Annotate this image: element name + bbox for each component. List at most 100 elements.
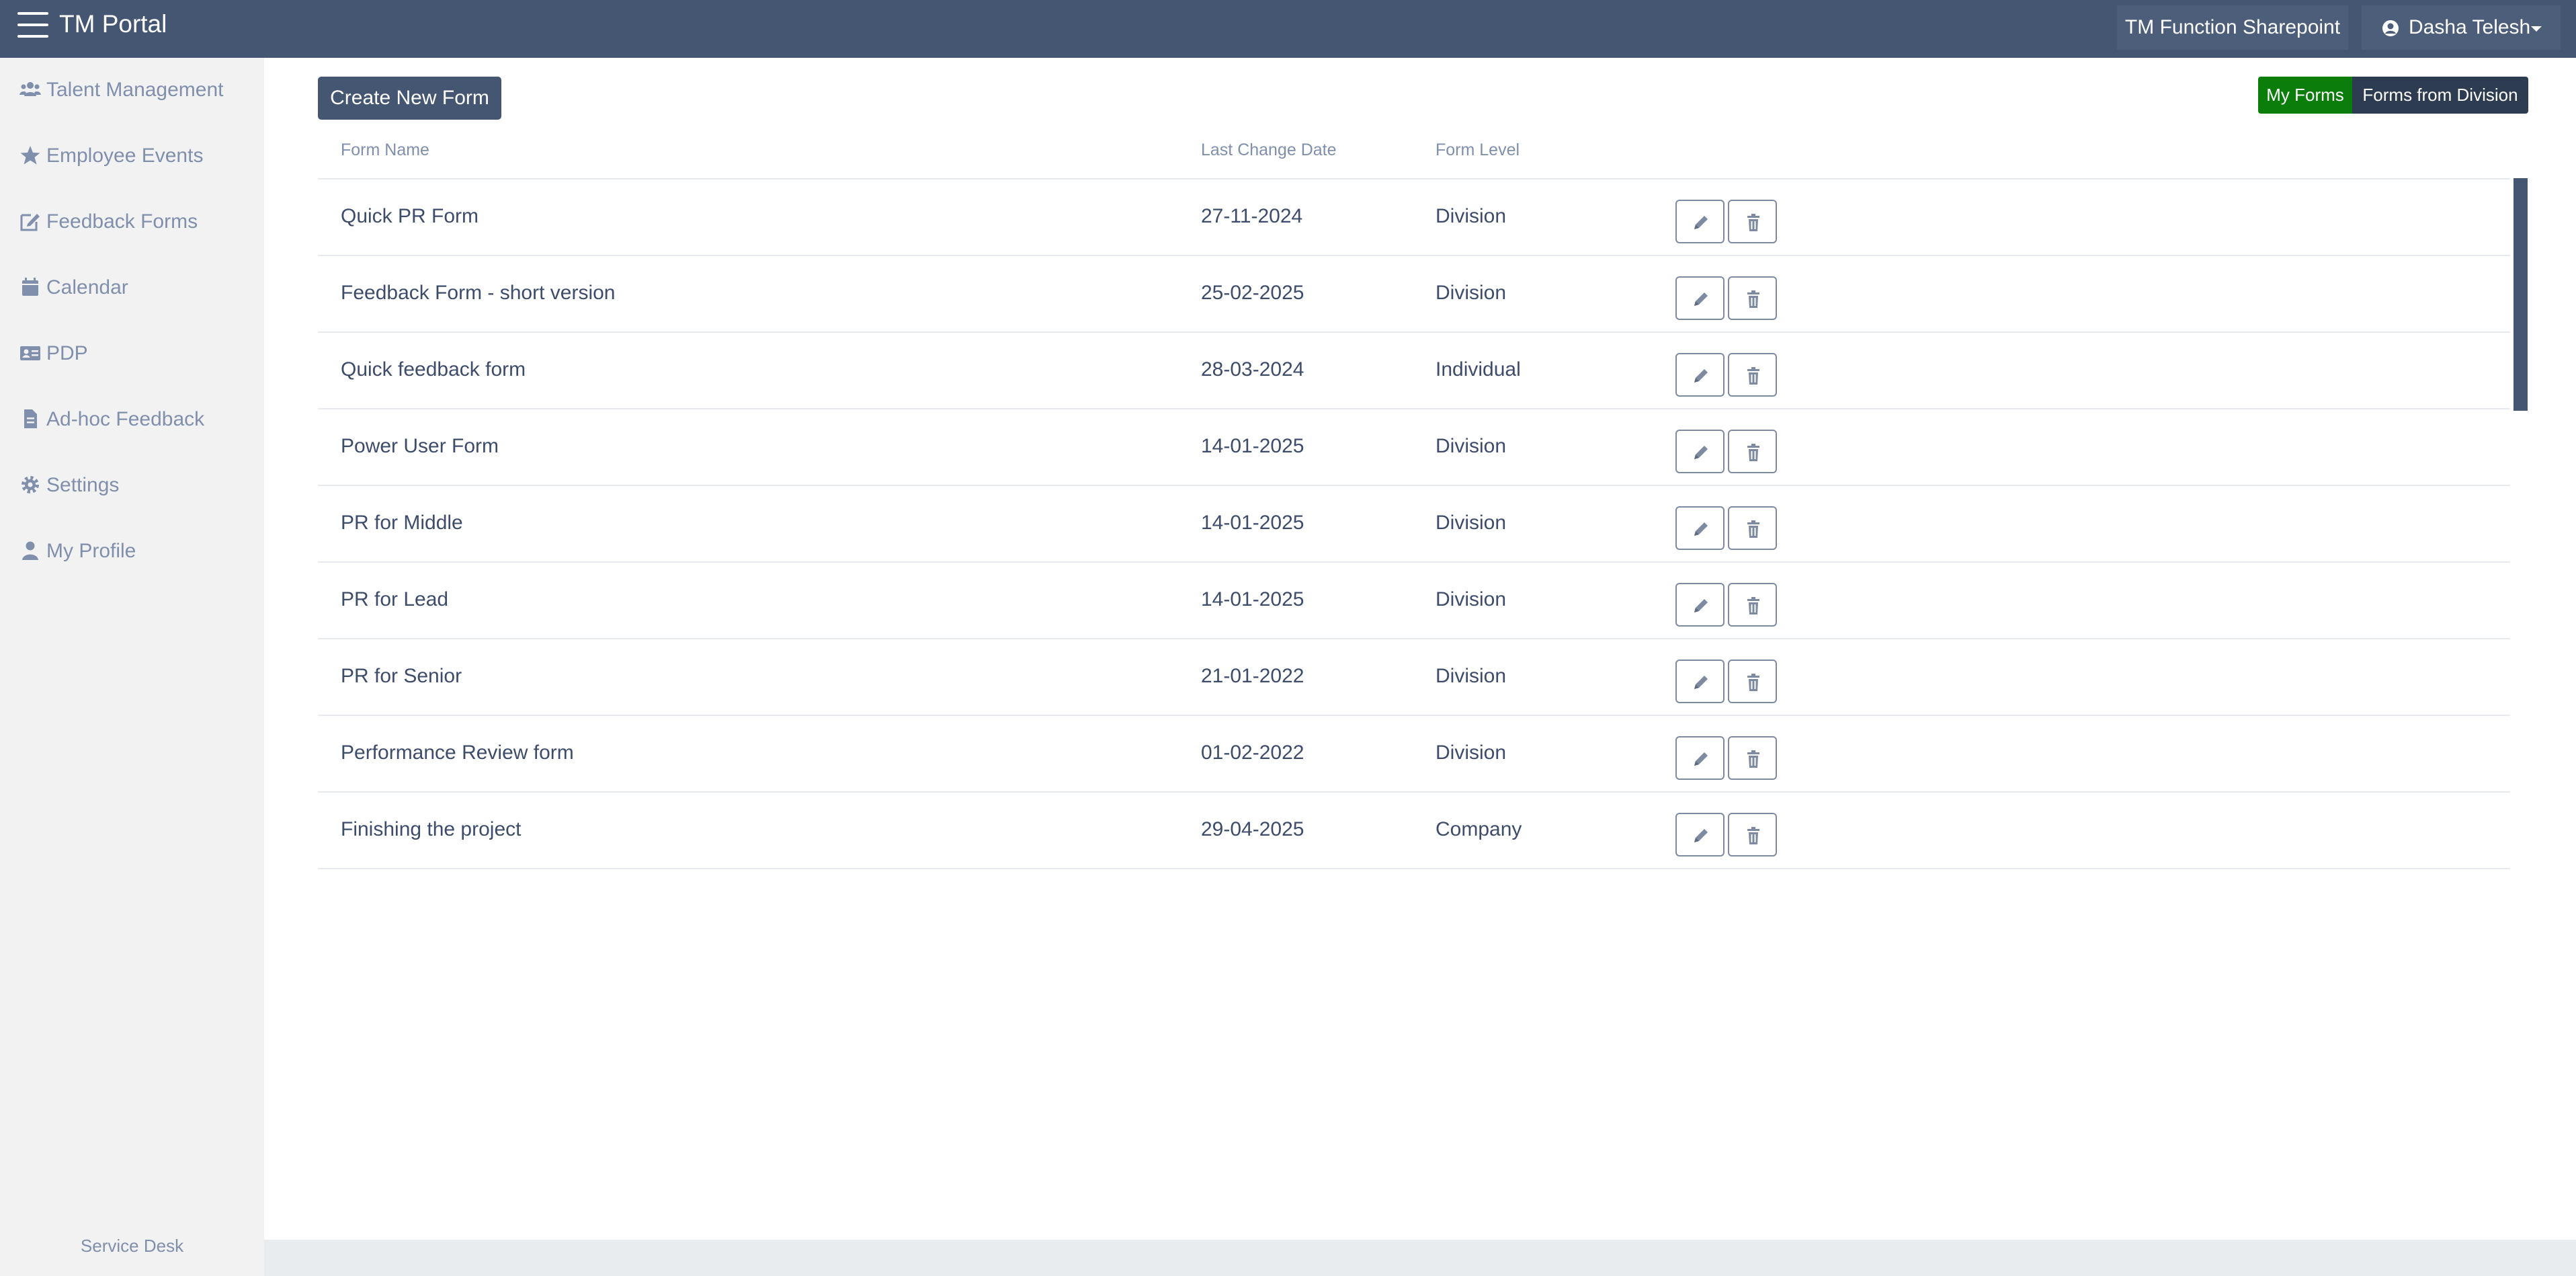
form-level-cell: Division [1436, 205, 1507, 227]
pencil-icon [1694, 752, 1708, 766]
sidebar-item-settings[interactable]: Settings [0, 453, 264, 519]
edit-button[interactable] [1675, 660, 1725, 703]
last-change-date-cell: 25-02-2025 [1201, 282, 1304, 304]
table-row: Finishing the project 29-04-2025 Company [318, 791, 2510, 868]
form-level-cell: Division [1436, 665, 1507, 687]
hamburger-menu-icon[interactable] [17, 12, 48, 39]
sidebar-item-label: Calendar [46, 276, 128, 298]
sidebar-item-label: Ad-hoc Feedback [46, 408, 205, 430]
create-new-form-button[interactable]: Create New Form [318, 77, 501, 120]
sidebar-item-label: Feedback Forms [46, 210, 198, 233]
pencil-icon [1694, 522, 1708, 536]
sidebar-item-talent-management[interactable]: Talent Management [0, 58, 264, 124]
delete-button[interactable] [1728, 506, 1777, 550]
table-row [318, 868, 2510, 887]
calendar-icon [22, 278, 38, 296]
delete-button[interactable] [1728, 276, 1777, 320]
form-level-cell: Division [1436, 588, 1507, 610]
edit-button[interactable] [1675, 276, 1725, 320]
form-level-cell: Division [1436, 742, 1507, 764]
trash-icon [1747, 367, 1759, 385]
pencil-icon [1694, 829, 1708, 842]
form-name-cell[interactable]: Feedback Form - short version [341, 280, 615, 306]
edit-button[interactable] [1675, 353, 1725, 397]
delete-button[interactable] [1728, 200, 1777, 243]
form-level-cell: Division [1436, 282, 1507, 304]
form-level-cell: Division [1436, 512, 1507, 534]
pencil-icon [1694, 599, 1708, 612]
top-navbar: TM Portal TM Function Sharepoint Dasha T… [0, 0, 2576, 58]
form-name-cell[interactable]: Quick feedback form [341, 357, 526, 383]
trash-icon [1747, 290, 1759, 308]
delete-button[interactable] [1728, 430, 1777, 473]
delete-button[interactable] [1728, 583, 1777, 627]
my-forms-toggle[interactable]: My Forms [2258, 77, 2352, 114]
last-change-date-cell: 01-02-2022 [1201, 742, 1304, 764]
star-icon [20, 146, 40, 165]
table-scrollbar[interactable] [2513, 178, 2528, 411]
form-name-cell[interactable]: Performance Review form [341, 740, 574, 766]
trash-icon [1747, 674, 1759, 691]
id-card-icon [20, 346, 40, 360]
last-change-date-cell: 14-01-2025 [1201, 588, 1304, 610]
forms-from-division-toggle[interactable]: Forms from Division [2352, 77, 2528, 114]
delete-button[interactable] [1728, 660, 1777, 703]
edit-button[interactable] [1675, 583, 1725, 627]
pencil-icon [1694, 676, 1708, 689]
edit-button[interactable] [1675, 736, 1725, 780]
sidebar-item-ad-hoc-feedback[interactable]: Ad-hoc Feedback [0, 387, 264, 453]
table-row: Power User Form 14-01-2025 Division [318, 408, 2510, 485]
sidebar: Talent Management Employee Events Feedba… [0, 58, 264, 1276]
table-row: PR for Middle 14-01-2025 Division [318, 485, 2510, 561]
sidebar-item-label: Employee Events [46, 145, 204, 167]
delete-button[interactable] [1728, 353, 1777, 397]
table-row: PR for Senior 21-01-2022 Division [318, 638, 2510, 715]
sidebar-item-feedback-forms[interactable]: Feedback Forms [0, 190, 264, 255]
form-name-cell[interactable]: PR for Middle [341, 510, 463, 536]
table-row: Feedback Form - short version 25-02-2025 D… [318, 255, 2510, 331]
table-row: PR for Lead 14-01-2025 Division [318, 561, 2510, 638]
sidebar-item-my-profile[interactable]: My Profile [0, 519, 264, 585]
form-name-cell[interactable]: PR for Lead [341, 587, 448, 612]
user-menu-dropdown[interactable]: Dasha Telesh [2362, 5, 2561, 50]
user-name: Dasha Telesh [2409, 16, 2531, 38]
last-change-date-cell: 21-01-2022 [1201, 665, 1304, 687]
table-row: Performance Review form 01-02-2022 Divisio… [318, 715, 2510, 791]
pencil-icon [1694, 369, 1708, 383]
trash-icon [1747, 597, 1759, 614]
form-name-cell[interactable]: Finishing the project [341, 817, 521, 842]
trash-icon [1747, 520, 1759, 538]
edit-button[interactable] [1675, 430, 1725, 473]
sidebar-item-employee-events[interactable]: Employee Events [0, 124, 264, 190]
delete-button[interactable] [1728, 736, 1777, 780]
service-desk-link[interactable]: Service Desk [0, 1236, 264, 1257]
column-header-form-level: Form Level [1436, 141, 1520, 159]
user-circle-icon [2382, 20, 2399, 36]
last-change-date-cell: 27-11-2024 [1201, 205, 1303, 227]
form-name-cell[interactable]: Power User Form [341, 434, 499, 459]
edit-button[interactable] [1675, 506, 1725, 550]
form-name-cell[interactable]: Quick PR Form [341, 204, 479, 229]
sidebar-item-calendar[interactable]: Calendar [0, 255, 264, 321]
form-level-cell: Division [1436, 435, 1507, 457]
sidebar-item-label: My Profile [46, 540, 136, 562]
app-title[interactable]: TM Portal [59, 11, 167, 38]
edit-form-icon [20, 214, 40, 231]
table-row: Quick PR Form 27-11-2024 Division [318, 178, 2510, 255]
edit-button[interactable] [1675, 200, 1725, 243]
pencil-icon [1694, 446, 1708, 459]
last-change-date-cell: 29-04-2025 [1201, 818, 1304, 840]
last-change-date-cell: 14-01-2025 [1201, 512, 1304, 534]
sidebar-item-pdp[interactable]: PDP [0, 321, 264, 387]
trash-icon [1747, 214, 1759, 231]
trash-icon [1747, 444, 1759, 461]
trash-icon [1747, 750, 1759, 768]
tm-function-sharepoint-link[interactable]: TM Function Sharepoint [2117, 5, 2348, 50]
sidebar-item-label: Talent Management [46, 79, 224, 101]
column-header-form-name: Form Name [341, 141, 429, 159]
form-name-cell[interactable]: PR for Senior [341, 664, 462, 689]
sidebar-item-label: Settings [46, 474, 120, 496]
delete-button[interactable] [1728, 813, 1777, 856]
sidebar-item-label: PDP [46, 342, 88, 364]
edit-button[interactable] [1675, 813, 1725, 856]
